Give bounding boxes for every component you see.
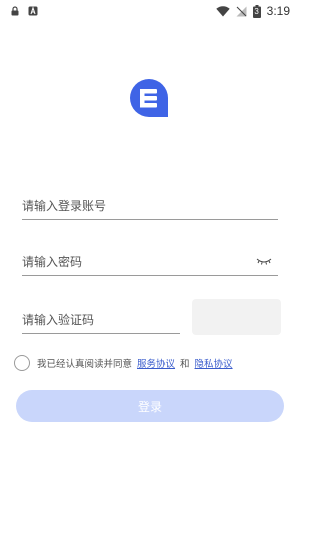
account-field — [22, 192, 278, 220]
status-bar: 3 3:19 — [0, 0, 300, 22]
status-time: 3:19 — [266, 4, 290, 18]
service-agreement-link[interactable]: 服务协议 — [137, 356, 175, 370]
login-screen: 3 3:19 我已经认真阅读并同意服务协议和隐私协议 登录 — [0, 0, 300, 534]
code-field — [22, 306, 180, 334]
wifi-icon — [215, 5, 230, 16]
privacy-policy-link[interactable]: 隐私协议 — [195, 356, 233, 370]
agreement-and: 和 — [180, 359, 190, 370]
login-button[interactable]: 登录 — [16, 390, 284, 422]
account-input[interactable] — [22, 192, 278, 219]
password-input[interactable] — [22, 248, 242, 275]
agreement-prefix: 我已经认真阅读并同意 — [37, 359, 133, 370]
status-right: 3 3:19 — [215, 4, 290, 18]
captcha-image[interactable] — [192, 299, 281, 335]
agree-radio[interactable] — [14, 355, 30, 371]
eye-closed-icon[interactable] — [256, 256, 272, 266]
battery-level: 3 — [254, 6, 259, 16]
a-icon — [28, 6, 38, 16]
lock-icon — [11, 6, 19, 16]
no-signal-icon — [236, 6, 247, 16]
password-field — [22, 248, 278, 276]
status-left — [10, 6, 38, 16]
app-logo-icon — [130, 79, 168, 117]
code-input[interactable] — [22, 306, 180, 333]
battery-icon: 3 — [252, 4, 261, 18]
agreement-row: 我已经认真阅读并同意 服务协议和隐私协议 — [14, 354, 233, 372]
